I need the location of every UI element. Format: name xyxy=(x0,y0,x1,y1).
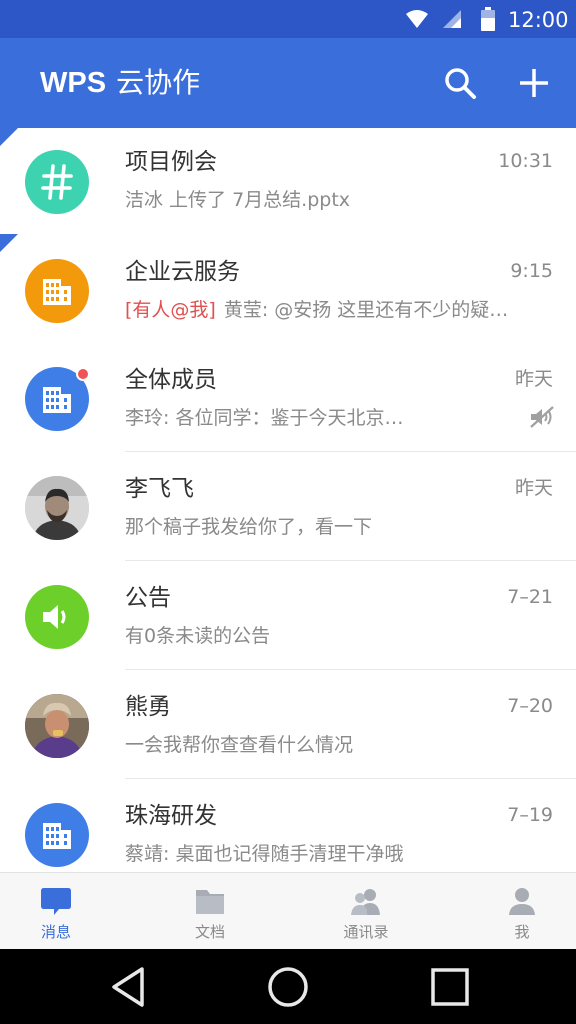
building-icon xyxy=(43,387,71,413)
system-nav-bar xyxy=(0,949,576,1024)
tab-documents[interactable]: 文档 xyxy=(162,873,258,949)
search-icon xyxy=(445,68,476,99)
back-icon[interactable] xyxy=(102,961,154,1013)
org-avatar xyxy=(25,803,89,867)
add-button[interactable] xyxy=(512,61,556,105)
preview-text: 那个稿子我发给你了，看一下 xyxy=(125,516,373,538)
conversation-preview: 有0条未读的公告 xyxy=(125,622,537,650)
conversation-preview: 一会我帮你查查看什么情况 xyxy=(125,731,537,759)
tab-me[interactable]: 我 xyxy=(474,873,570,949)
search-button[interactable] xyxy=(438,61,482,105)
conversation-item[interactable]: 李飞飞 昨天 那个稿子我发给你了，看一下 xyxy=(0,452,576,561)
preview-text: 有0条未读的公告 xyxy=(125,625,271,647)
conversation-time: 7–19 xyxy=(507,804,553,826)
tab-contacts[interactable]: 通讯录 xyxy=(318,873,414,949)
tab-label: 我 xyxy=(514,923,530,941)
conversation-preview: 那个稿子我发给你了，看一下 xyxy=(125,513,537,541)
app-brand: WPS xyxy=(40,67,107,99)
user-avatar xyxy=(25,694,89,758)
unread-badge xyxy=(76,367,90,381)
conversation-title: 公告 xyxy=(125,585,171,611)
conversation-title: 熊勇 xyxy=(125,694,171,720)
building-icon xyxy=(43,823,71,849)
conversation-time: 昨天 xyxy=(514,477,553,499)
conversation-preview: 李玲: 各位同学：鉴于今天北京… xyxy=(125,404,485,432)
user-photo xyxy=(25,694,89,758)
conversation-title: 李飞飞 xyxy=(125,476,194,502)
group-avatar xyxy=(25,150,89,214)
conversation-item[interactable]: 熊勇 7–20 一会我帮你查查看什么情况 xyxy=(0,670,576,779)
tab-messages[interactable]: 消息 xyxy=(8,873,104,949)
add-icon xyxy=(520,69,548,97)
mention-tag: [有人@我] xyxy=(125,299,216,321)
message-icon xyxy=(41,888,71,915)
conversation-title: 企业云服务 xyxy=(125,259,240,285)
bottom-nav: 消息 文档 通讯录 我 xyxy=(0,872,576,949)
conversation-item[interactable]: 项目例会 10:31 洁冰 上传了 7月总结.pptx xyxy=(0,128,576,237)
signal-icon xyxy=(443,10,461,28)
conversation-item[interactable]: 珠海研发 7–19 蔡靖: 桌面也记得随手清理干净哦 xyxy=(0,779,576,872)
org-avatar xyxy=(25,259,89,323)
building-icon xyxy=(43,279,71,305)
conversation-time: 7–20 xyxy=(507,695,553,717)
conversation-preview: 蔡靖: 桌面也记得随手清理干净哦 xyxy=(125,840,537,868)
preview-text: 黄莹: @安扬 这里还有不少的疑… xyxy=(223,299,509,321)
preview-text: 蔡靖: 桌面也记得随手清理干净哦 xyxy=(125,843,404,865)
conversation-item[interactable]: 全体成员 昨天 李玲: 各位同学：鉴于今天北京… xyxy=(0,343,576,452)
status-time: 12:00 xyxy=(508,8,569,32)
conversation-time: 10:31 xyxy=(498,150,553,172)
status-bar: 12:00 xyxy=(0,0,576,38)
conversation-title: 项目例会 xyxy=(125,149,217,175)
tab-label: 通讯录 xyxy=(343,923,389,941)
conversation-preview: 洁冰 上传了 7月总结.pptx xyxy=(125,186,537,214)
conversation-list[interactable]: 项目例会 10:31 洁冰 上传了 7月总结.pptx 企业云服务 9:15 [… xyxy=(0,128,576,872)
tab-label: 消息 xyxy=(40,923,71,941)
conversation-title: 全体成员 xyxy=(125,367,217,393)
conversation-item[interactable]: 公告 7–21 有0条未读的公告 xyxy=(0,561,576,670)
speaker-icon xyxy=(43,605,66,629)
conversation-preview: [有人@我] 黄莹: @安扬 这里还有不少的疑… xyxy=(125,296,537,324)
hash-icon xyxy=(41,164,73,200)
tab-label: 文档 xyxy=(194,923,225,941)
battery-icon xyxy=(481,7,495,31)
announcement-avatar xyxy=(25,585,89,649)
conversation-time: 昨天 xyxy=(514,368,553,390)
person-icon xyxy=(509,888,535,915)
conversation-time: 7–21 xyxy=(507,586,553,608)
user-avatar xyxy=(25,476,89,540)
preview-text: 洁冰 上传了 7月总结.pptx xyxy=(125,189,351,211)
recents-icon[interactable] xyxy=(424,961,476,1013)
conversation-title: 珠海研发 xyxy=(125,803,217,829)
mute-icon xyxy=(530,406,554,428)
folder-icon xyxy=(196,890,224,914)
conversation-item[interactable]: 企业云服务 9:15 [有人@我] 黄莹: @安扬 这里还有不少的疑… xyxy=(0,234,576,346)
home-icon[interactable] xyxy=(262,961,314,1013)
wifi-icon xyxy=(406,10,428,28)
app-title: WPS 云协作 xyxy=(40,65,200,101)
preview-text: 一会我帮你查查看什么情况 xyxy=(125,734,354,756)
conversation-time: 9:15 xyxy=(510,260,553,282)
app-subtitle: 云协作 xyxy=(116,66,201,99)
user-photo xyxy=(25,476,89,540)
preview-text: 李玲: 各位同学：鉴于今天北京… xyxy=(125,407,404,429)
app-bar: WPS 云协作 xyxy=(0,38,576,128)
contacts-icon xyxy=(351,889,380,915)
